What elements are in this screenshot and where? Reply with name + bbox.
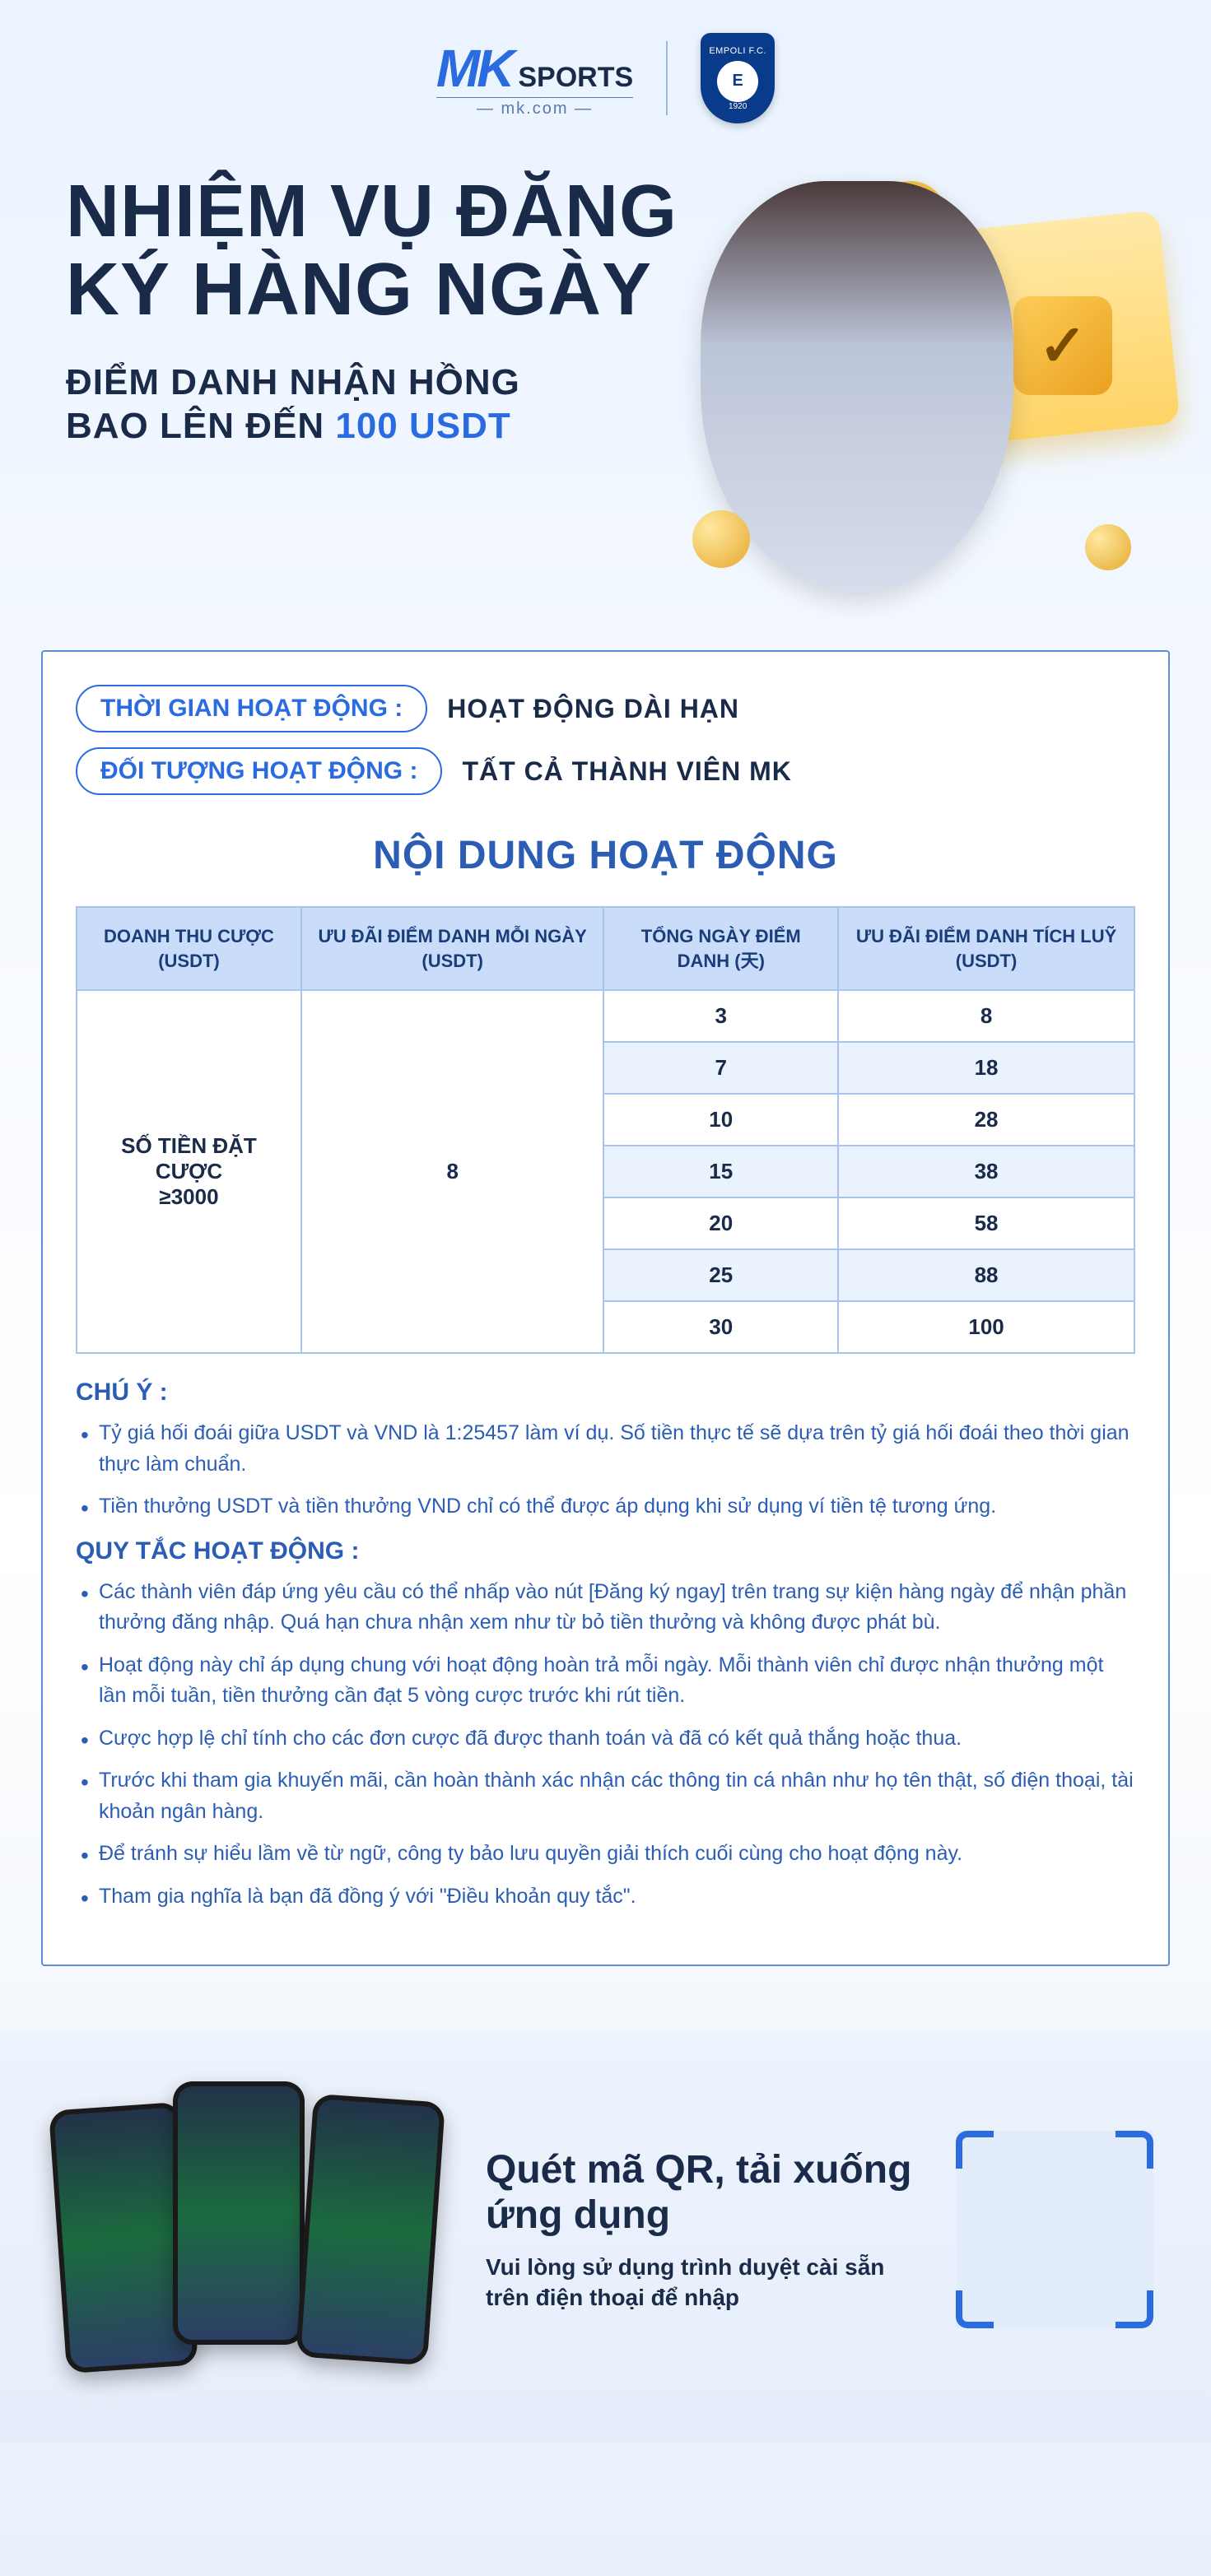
table-cell-days: 7 [603, 1042, 838, 1094]
info-row-target: ĐỐI TƯỢNG HOẠT ĐỘNG : TẤT CẢ THÀNH VIÊN … [76, 747, 1135, 795]
section-title: NỘI DUNG HOẠT ĐỘNG [76, 833, 1135, 878]
list-item: Tham gia nghĩa là bạn đã đồng ý với "Điề… [76, 1881, 1135, 1913]
table-cell-days: 10 [603, 1094, 838, 1146]
badge-crest: E [717, 61, 758, 102]
qr-corner-icon [956, 2131, 994, 2169]
hero-subtitle-line1: ĐIỂM DANH NHẬN HỒNG [66, 362, 520, 402]
table-span-bet-line2: ≥3000 [159, 1184, 218, 1209]
table-header-col4: ƯU ĐÃI ĐIỂM DANH TÍCH LUỸ (USDT) [838, 907, 1134, 990]
footer-title: Quét mã QR, tải xuống ứng dụng [486, 2147, 923, 2238]
list-item: Hoạt động này chỉ áp dụng chung với hoạt… [76, 1650, 1135, 1712]
table-cell-bonus: 88 [838, 1249, 1134, 1301]
table-cell-bonus: 28 [838, 1094, 1134, 1146]
info-label-target: ĐỐI TƯỢNG HOẠT ĐỘNG : [76, 747, 442, 795]
notes-list: Tỷ giá hối đoái giữa USDT và VND là 1:25… [76, 1418, 1135, 1523]
info-row-time: THỜI GIAN HOẠT ĐỘNG : HOẠT ĐỘNG DÀI HẠN [76, 685, 1135, 732]
list-item: Tỷ giá hối đoái giữa USDT và VND là 1:25… [76, 1418, 1135, 1480]
hero-section: NHIỆM VỤ ĐĂNG KÝ HÀNG NGÀY ĐIỂM DANH NHẬ… [0, 140, 1211, 650]
qr-code-frame [956, 2131, 1153, 2328]
header: MK SPORTS — mk.com — EMPOLI F.C. E 1920 [0, 0, 1211, 140]
hero-usdt-amount: 100 USDT [335, 406, 510, 446]
table-header-col2: ƯU ĐÃI ĐIỂM DANH MỖI NGÀY (USDT) [301, 907, 603, 990]
hero-subtitle-line2: BAO LÊN ĐẾN [66, 406, 335, 446]
info-value-target: TẤT CẢ THÀNH VIÊN MK [462, 756, 791, 787]
table-cell-days: 20 [603, 1197, 838, 1249]
bonus-table: DOANH THU CƯỢC (USDT) ƯU ĐÃI ĐIỂM DANH M… [76, 906, 1135, 1354]
logo-mk-letters: MK [436, 38, 512, 99]
list-item: Tiền thưởng USDT và tiền thưởng VND chỉ … [76, 1491, 1135, 1523]
table-cell-bonus: 38 [838, 1146, 1134, 1197]
list-item: Các thành viên đáp ứng yêu cầu có thể nh… [76, 1577, 1135, 1639]
phone-icon [296, 2094, 445, 2365]
logo-sports-word: SPORTS [518, 62, 633, 94]
phone-icon [173, 2081, 305, 2345]
info-label-time: THỜI GIAN HOẠT ĐỘNG : [76, 685, 427, 732]
content-panel: THỜI GIAN HOẠT ĐỘNG : HOẠT ĐỘNG DÀI HẠN … [41, 650, 1170, 1966]
table-span-bet: SỐ TIỀN ĐẶT CƯỢC ≥3000 [77, 990, 301, 1353]
qr-corner-icon [1116, 2290, 1153, 2328]
list-item: Trước khi tham gia khuyến mãi, cần hoàn … [76, 1765, 1135, 1827]
table-cell-bonus: 58 [838, 1197, 1134, 1249]
info-value-time: HOẠT ĐỘNG DÀI HẠN [447, 694, 739, 724]
footer-section: Quét mã QR, tải xuống ứng dụng Vui lòng … [0, 2032, 1211, 2443]
table-header-col3: TỔNG NGÀY ĐIỂM DANH (天) [603, 907, 838, 990]
coin-icon [1085, 524, 1131, 570]
hero-subtitle: ĐIỂM DANH NHẬN HỒNG BAO LÊN ĐẾN 100 USDT [66, 361, 717, 449]
footer-text: Quét mã QR, tải xuống ứng dụng Vui lòng … [486, 2147, 923, 2313]
page: MK SPORTS — mk.com — EMPOLI F.C. E 1920 … [0, 0, 1211, 2443]
notes-heading: CHÚ Ý : [76, 1379, 1135, 1407]
footer-subtitle: Vui lòng sử dụng trình duyệt cài sẵn trê… [486, 2253, 923, 2313]
rules-heading: QUY TẮC HOẠT ĐỘNG : [76, 1537, 1135, 1565]
table-cell-days: 15 [603, 1146, 838, 1197]
empoli-badge-icon: EMPOLI F.C. E 1920 [701, 33, 775, 123]
table-span-daily: 8 [301, 990, 603, 1353]
hero-title: NHIỆM VỤ ĐĂNG KÝ HÀNG NGÀY [66, 173, 717, 328]
list-item: Cược hợp lệ chỉ tính cho các đơn cược đã… [76, 1723, 1135, 1755]
checkmark-icon [1013, 296, 1112, 395]
hero-text: NHIỆM VỤ ĐĂNG KÝ HÀNG NGÀY ĐIỂM DANH NHẬ… [66, 173, 717, 449]
table-cell-bonus: 100 [838, 1301, 1134, 1353]
table-cell-bonus: 18 [838, 1042, 1134, 1094]
qr-corner-icon [956, 2290, 994, 2328]
table-cell-days: 25 [603, 1249, 838, 1301]
phones-illustration [58, 2081, 453, 2378]
table-cell-days: 30 [603, 1301, 838, 1353]
logo-subtext: — mk.com — [436, 97, 633, 119]
table-header-col1: DOANH THU CƯỢC (USDT) [77, 907, 301, 990]
rules-list: Các thành viên đáp ứng yêu cầu có thể nh… [76, 1577, 1135, 1913]
qr-corner-icon [1116, 2131, 1153, 2169]
hero-graphic [717, 173, 1145, 601]
mk-sports-logo: MK SPORTS — mk.com — [436, 38, 633, 119]
header-divider [666, 41, 668, 115]
coin-icon [692, 510, 750, 568]
table-span-bet-line1: SỐ TIỀN ĐẶT CƯỢC [121, 1133, 257, 1183]
table-cell-days: 3 [603, 990, 838, 1042]
table-cell-bonus: 8 [838, 990, 1134, 1042]
badge-top-text: EMPOLI F.C. [709, 46, 766, 56]
list-item: Để tránh sự hiểu lầm về từ ngữ, công ty … [76, 1839, 1135, 1870]
badge-year: 1920 [729, 102, 747, 111]
